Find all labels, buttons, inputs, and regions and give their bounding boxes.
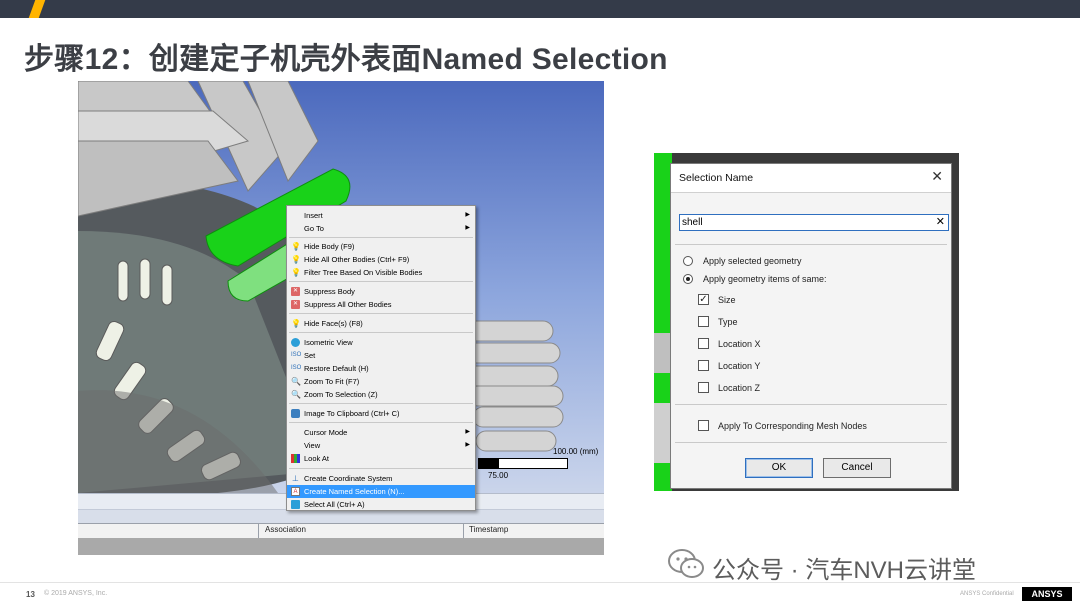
checkbox-location-y-label: Location Y [718, 361, 761, 371]
checkbox-mesh-nodes-label: Apply To Corresponding Mesh Nodes [718, 421, 867, 431]
zoom-fit-icon: 🔍 [291, 377, 301, 386]
scale-label-mid: 75.00 [488, 471, 509, 480]
top-bar [0, 0, 1080, 18]
checkbox-location-z-label: Location Z [718, 383, 761, 393]
table-body [78, 538, 604, 555]
menu-item-insert[interactable]: Insert ▶ [287, 209, 475, 222]
table-header: Association Timestamp [78, 523, 604, 539]
menu-item-cursor-mode[interactable]: Cursor Mode ▶ [287, 426, 475, 439]
checkbox-size-label: Size [718, 295, 736, 305]
coordinate-system-icon: ⊥ [292, 474, 299, 483]
suppress-icon: ✕ [291, 300, 300, 309]
menu-item-create-named-selection[interactable]: A Create Named Selection (N)... [287, 485, 475, 498]
dialog-title: Selection Name [679, 172, 754, 184]
ansys-logo: ANSYS [1022, 587, 1072, 601]
submenu-arrow-icon: ▶ [465, 429, 470, 435]
checkbox-size[interactable]: ✓ [698, 294, 709, 305]
radio-apply-selected-label: Apply selected geometry [703, 256, 802, 266]
radio-apply-selected[interactable] [683, 256, 693, 266]
menu-item-suppress-body[interactable]: ✕ Suppress Body [287, 285, 475, 298]
menu-item-select-all[interactable]: Select All (Ctrl+ A) [287, 498, 475, 511]
copyright: © 2019 ANSYS, Inc. [44, 590, 108, 597]
menu-item-create-coordinate-system[interactable]: ⊥ Create Coordinate System [287, 472, 475, 485]
select-all-icon [291, 500, 300, 509]
menu-item-restore-default[interactable]: ISO Restore Default (H) [287, 362, 475, 375]
menu-item-isometric-view[interactable]: Isometric View [287, 336, 475, 349]
submenu-arrow-icon: ▶ [465, 442, 470, 448]
iso-restore-icon: ISO [291, 365, 302, 371]
zoom-selection-icon: 🔍 [291, 390, 301, 399]
selection-name-input-box: ✕ [679, 214, 949, 231]
menu-item-go-to[interactable]: Go To ▶ [287, 222, 475, 235]
selection-name-screenshot: Selection Name ✕ ✕ Apply selected geomet… [654, 153, 959, 491]
close-icon[interactable]: ✕ [931, 168, 943, 185]
col-association[interactable]: Association [265, 525, 306, 534]
checkbox-type-label: Type [718, 317, 738, 327]
checkbox-type[interactable] [698, 316, 709, 327]
camera-icon [291, 409, 300, 418]
selection-name-dialog: Selection Name ✕ ✕ Apply selected geomet… [670, 163, 952, 489]
menu-item-view[interactable]: View ▶ [287, 439, 475, 452]
checkbox-location-z[interactable] [698, 382, 709, 393]
confidential-label: ANSYS Confidential [960, 591, 1014, 597]
look-at-icon [291, 454, 300, 463]
menu-item-filter-tree[interactable]: 💡 Filter Tree Based On Visible Bodies [287, 266, 475, 279]
clear-input-icon[interactable]: ✕ [936, 215, 945, 230]
submenu-arrow-icon: ▶ [465, 212, 470, 218]
iso-set-icon: ISO [291, 352, 302, 358]
lightbulb-yellow-icon: 💡 [291, 268, 301, 277]
menu-item-set[interactable]: ISO Set [287, 349, 475, 362]
cancel-button[interactable]: Cancel [823, 458, 891, 478]
menu-item-zoom-to-selection[interactable]: 🔍 Zoom To Selection (Z) [287, 388, 475, 401]
menu-item-suppress-all-other-bodies[interactable]: ✕ Suppress All Other Bodies [287, 298, 475, 311]
menu-item-hide-body[interactable]: 💡 Hide Body (F9) [287, 240, 475, 253]
col-timestamp[interactable]: Timestamp [469, 525, 508, 534]
checkbox-mesh-nodes[interactable] [698, 420, 709, 431]
checkbox-location-x[interactable] [698, 338, 709, 349]
radio-apply-items-label: Apply geometry items of same: [703, 274, 827, 284]
scale-bar [478, 458, 568, 469]
menu-item-image-to-clipboard[interactable]: Image To Clipboard (Ctrl+ C) [287, 407, 475, 420]
footer-divider [0, 582, 1080, 583]
checkbox-location-y[interactable] [698, 360, 709, 371]
lightbulb-icon: 💡 [291, 319, 301, 328]
menu-item-zoom-to-fit[interactable]: 🔍 Zoom To Fit (F7) [287, 375, 475, 388]
ok-button[interactable]: OK [745, 458, 813, 478]
context-menu: Insert ▶ Go To ▶ 💡 Hide Body (F9) 💡 Hide All… [286, 205, 476, 511]
menu-item-hide-faces[interactable]: 💡 Hide Face(s) (F8) [287, 317, 475, 330]
wechat-icon [668, 549, 704, 578]
mechanical-viewport-screenshot: 100.00 (mm) 75.00 Association Timestamp … [78, 81, 604, 555]
named-selection-icon: A [291, 487, 300, 496]
lightbulb-icon: 💡 [291, 242, 301, 251]
checkbox-location-x-label: Location X [718, 339, 761, 349]
isometric-icon [291, 338, 300, 347]
page-number: 13 [26, 590, 35, 599]
lightbulb-icon: 💡 [291, 255, 301, 264]
top-accent-stripe [28, 0, 46, 18]
selection-name-input[interactable] [682, 215, 922, 230]
watermark-text: 公众号 · 汽车NVH云讲堂 [712, 557, 976, 584]
scale-label-max: 100.00 (mm) [553, 447, 599, 456]
menu-item-look-at[interactable]: Look At [287, 452, 475, 465]
suppress-icon: ✕ [291, 287, 300, 296]
submenu-arrow-icon: ▶ [465, 225, 470, 231]
slide-title: 步骤12：创建定子机壳外表面Named Selection [24, 43, 668, 76]
menu-item-hide-all-other-bodies[interactable]: 💡 Hide All Other Bodies (Ctrl+ F9) [287, 253, 475, 266]
radio-apply-items[interactable] [683, 274, 693, 284]
